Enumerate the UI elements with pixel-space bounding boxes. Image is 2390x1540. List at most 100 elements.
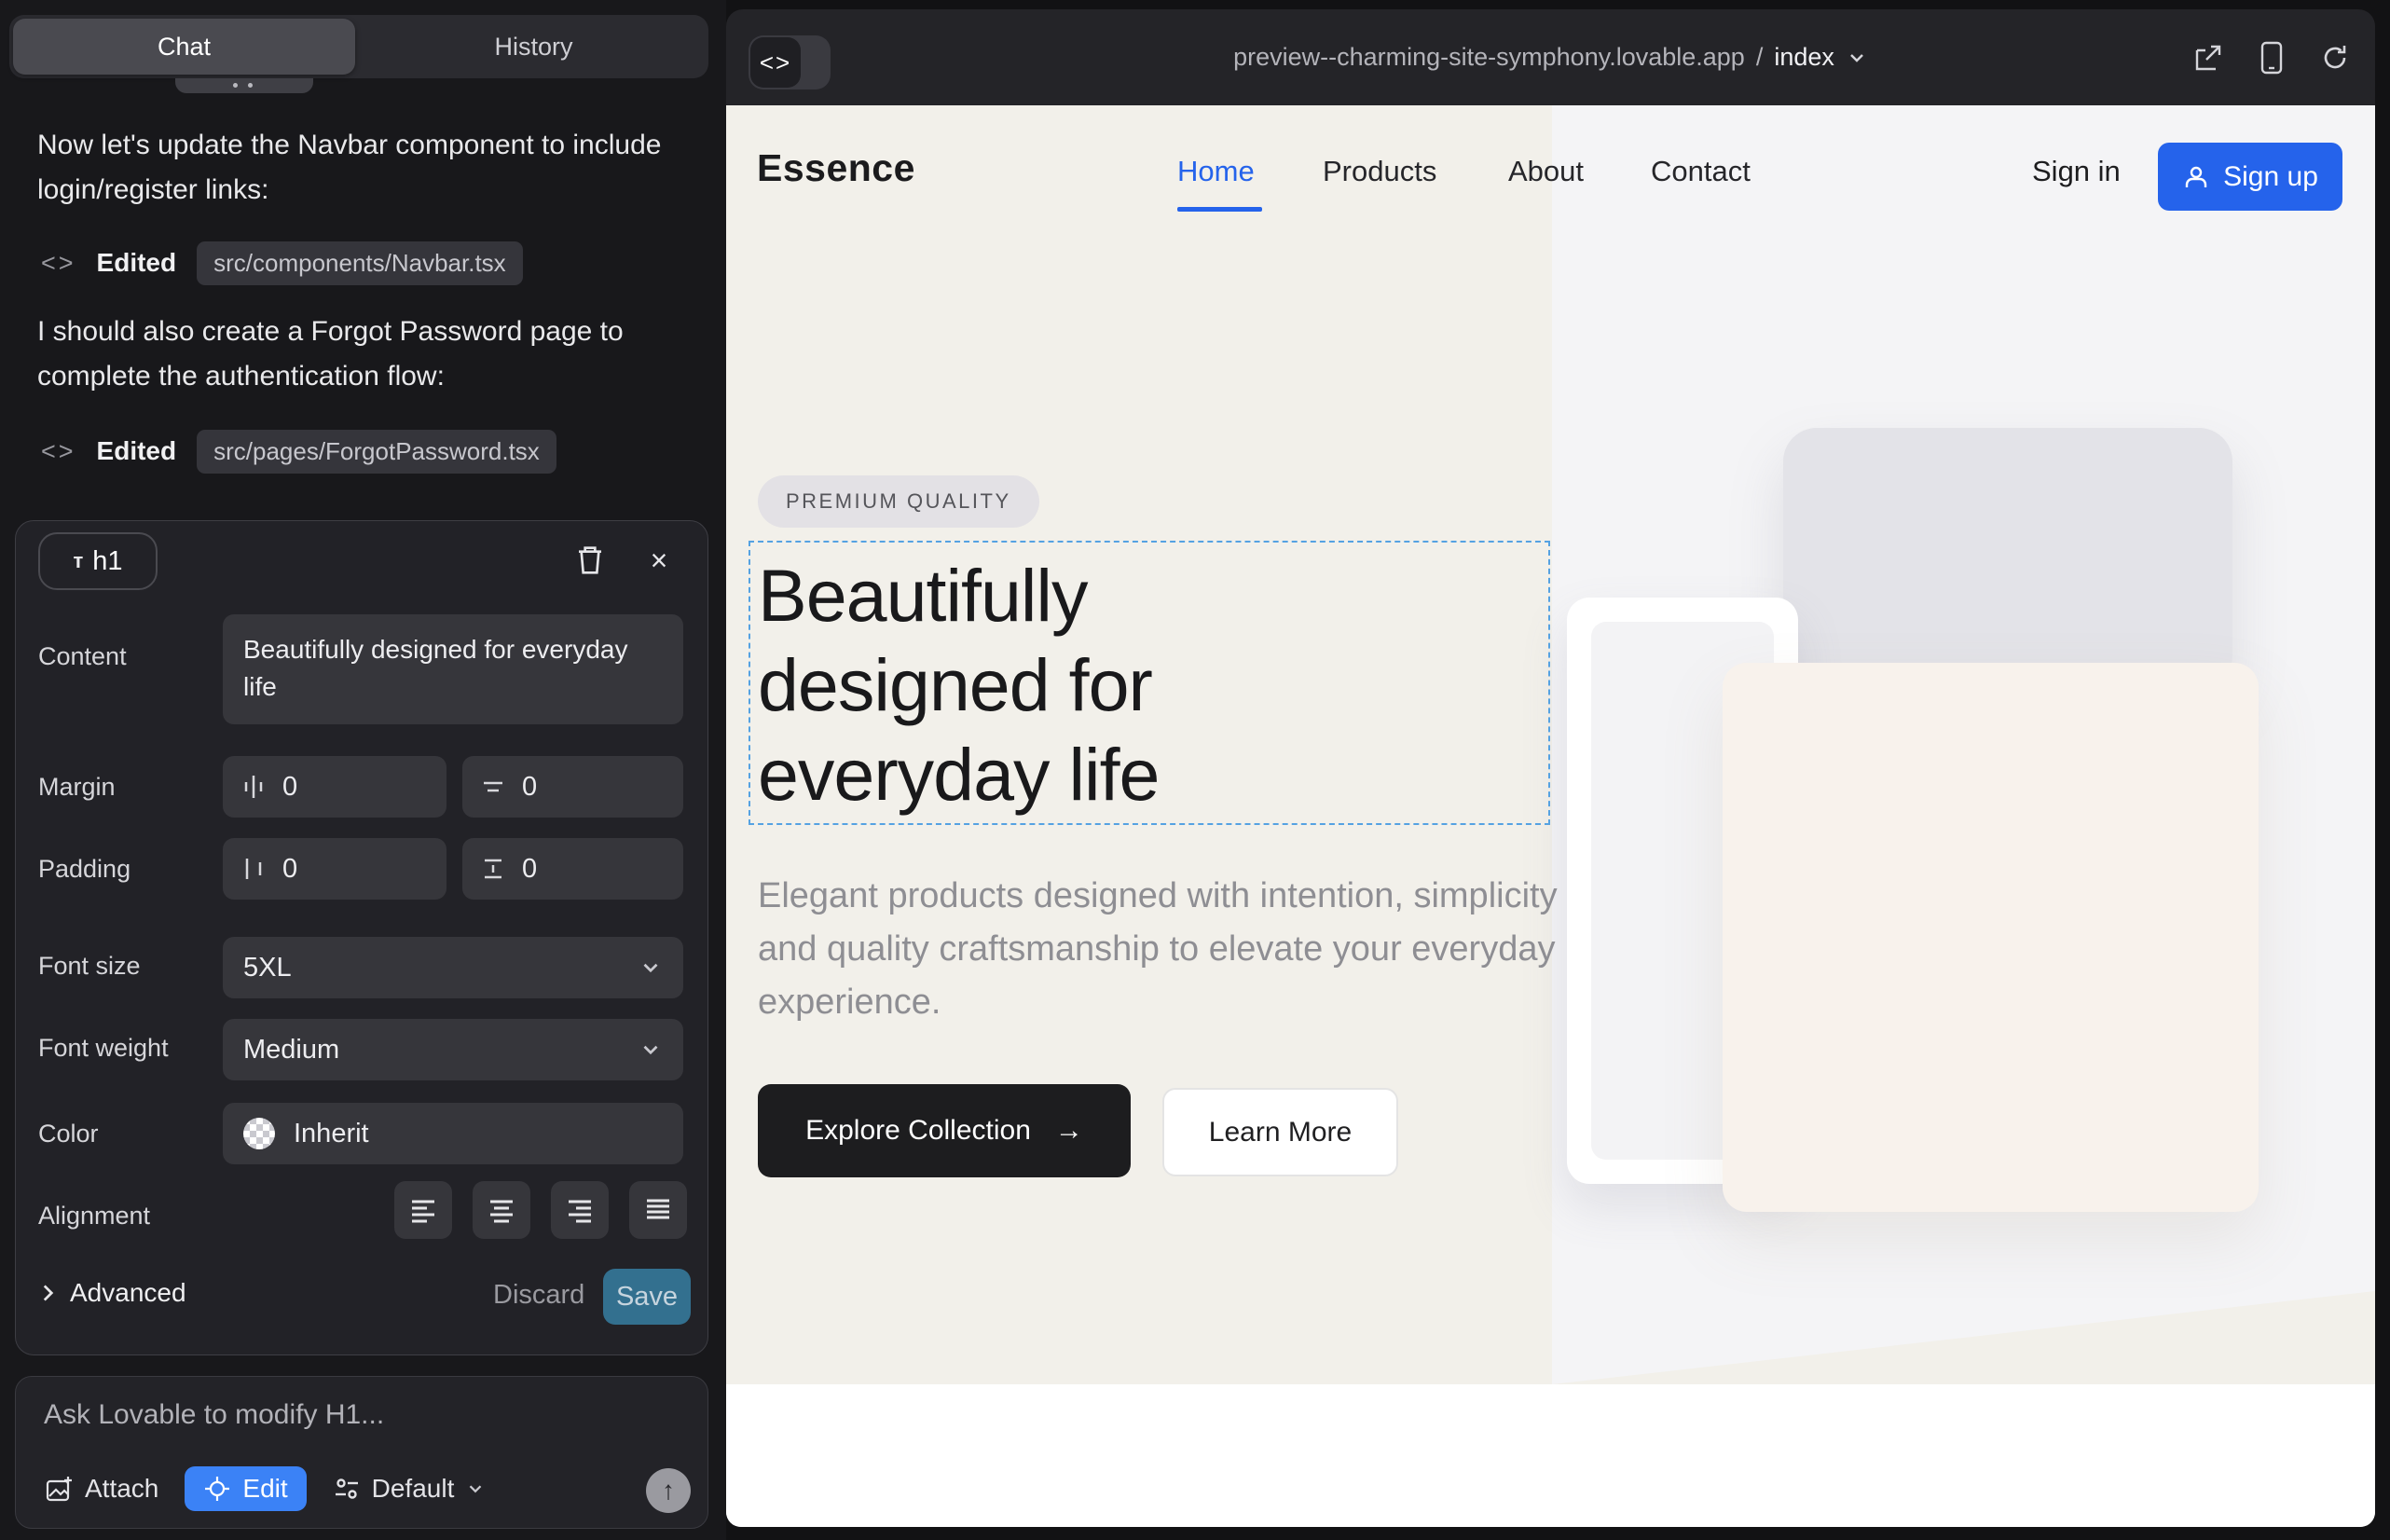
edited-file-row: <> Edited src/pages/ForgotPassword.tsx xyxy=(41,431,556,472)
chevron-down-icon xyxy=(639,956,663,980)
margin-vertical-icon xyxy=(479,773,507,801)
open-in-new-tab-icon[interactable] xyxy=(2192,42,2224,74)
target-icon xyxy=(203,1475,231,1503)
preview-browser-frame: preview--charming-site-symphony.lovable.… xyxy=(726,9,2375,1527)
chevron-down-icon xyxy=(639,1038,663,1062)
alignment-button-group xyxy=(394,1181,687,1239)
next-section-background xyxy=(726,1384,2375,1527)
dot xyxy=(248,83,253,88)
align-right-icon xyxy=(564,1194,596,1226)
sliders-icon xyxy=(333,1475,361,1503)
refresh-icon[interactable] xyxy=(2319,42,2351,74)
margin-horizontal-icon xyxy=(240,773,268,801)
align-right-button[interactable] xyxy=(551,1181,609,1239)
font-size-select[interactable]: 5XL xyxy=(223,937,683,998)
nav-link-home[interactable]: Home xyxy=(1177,155,1255,188)
align-left-icon xyxy=(407,1194,439,1226)
arrow-right-icon: → xyxy=(1055,1115,1083,1147)
font-weight-label: Font weight xyxy=(38,1034,169,1063)
font-weight-select[interactable]: Medium xyxy=(223,1019,683,1080)
chat-toolbar: Attach Edit Default xyxy=(44,1466,486,1511)
chevron-down-icon[interactable] xyxy=(1846,47,1868,69)
padding-y-input[interactable]: 0 xyxy=(462,838,683,900)
advanced-toggle[interactable]: Advanced xyxy=(38,1278,186,1308)
align-justify-icon xyxy=(642,1194,674,1226)
site-preview: Essence Home Products About Contact Sign… xyxy=(726,105,2375,1527)
margin-y-input[interactable]: 0 xyxy=(462,756,683,818)
sign-in-link[interactable]: Sign in xyxy=(2032,155,2121,188)
url-separator: / xyxy=(1756,43,1764,72)
url-bar[interactable]: preview--charming-site-symphony.lovable.… xyxy=(726,9,2375,105)
content-input[interactable]: Beautifully designed for everyday life xyxy=(223,614,683,724)
discard-button[interactable]: Discard xyxy=(493,1280,584,1311)
code-preview-toggle[interactable]: <> xyxy=(749,35,831,89)
edited-file-row: <> Edited src/components/Navbar.tsx xyxy=(41,242,523,283)
lovable-app-window: Chat History Now let's update the Navbar… xyxy=(0,0,2390,1540)
decor-cream-card xyxy=(1723,663,2259,1212)
panel-footer: Advanced Discard Save xyxy=(16,1267,709,1328)
tab-history[interactable]: History xyxy=(363,19,705,75)
element-editor-panel: т h1 × Content Beautifully designed for … xyxy=(15,520,708,1355)
code-icon: <> xyxy=(41,437,76,466)
mobile-view-icon[interactable] xyxy=(2258,40,2286,76)
nav-link-products[interactable]: Products xyxy=(1323,155,1436,188)
code-icon: <> xyxy=(750,37,801,88)
font-size-label: Font size xyxy=(38,952,141,981)
selected-element-pill: т h1 xyxy=(38,532,158,590)
attach-button[interactable]: Attach xyxy=(44,1474,158,1504)
diagonal-section-divider xyxy=(1552,1291,2375,1384)
margin-x-input[interactable]: 0 xyxy=(223,756,446,818)
chat-message: Now let's update the Navbar component to… xyxy=(37,123,690,213)
color-select[interactable]: Inherit xyxy=(223,1103,683,1164)
trash-icon xyxy=(575,543,605,577)
edit-mode-button[interactable]: Edit xyxy=(185,1466,306,1511)
sign-up-button[interactable]: Sign up xyxy=(2158,143,2342,211)
url-page: index xyxy=(1774,43,1834,72)
color-label: Color xyxy=(38,1120,99,1148)
attach-image-icon xyxy=(44,1474,74,1504)
chat-input-box: Ask Lovable to modify H1... Attach Edit xyxy=(15,1376,708,1529)
text-size-icon: т xyxy=(73,549,83,573)
content-label: Content xyxy=(38,642,127,671)
chevron-down-icon xyxy=(465,1478,486,1499)
padding-vertical-icon xyxy=(479,855,507,883)
nav-link-about[interactable]: About xyxy=(1508,155,1584,188)
alignment-label: Alignment xyxy=(38,1202,150,1231)
align-center-button[interactable] xyxy=(473,1181,530,1239)
file-path-chip[interactable]: src/pages/ForgotPassword.tsx xyxy=(197,430,556,474)
dot xyxy=(233,83,238,88)
align-justify-button[interactable] xyxy=(629,1181,687,1239)
delete-element-button[interactable] xyxy=(571,542,609,579)
chat-sidebar: Chat History Now let's update the Navbar… xyxy=(0,0,726,1540)
chat-message: I should also create a Forgot Password p… xyxy=(37,309,690,399)
send-button[interactable]: ↑ xyxy=(646,1468,691,1513)
site-logo[interactable]: Essence xyxy=(757,146,915,190)
element-tag-label: h1 xyxy=(92,546,122,577)
hero-heading[interactable]: Beautifully designed for everyday life xyxy=(758,551,1160,819)
close-panel-button[interactable]: × xyxy=(640,542,678,579)
chevron-right-icon xyxy=(38,1281,57,1305)
preview-toolbar: preview--charming-site-symphony.lovable.… xyxy=(726,9,2375,105)
sidebar-tabbar: Chat History xyxy=(9,15,708,78)
preview-actions xyxy=(2192,9,2351,105)
explore-collection-button[interactable]: Explore Collection → xyxy=(758,1084,1131,1177)
align-left-button[interactable] xyxy=(394,1181,452,1239)
file-path-chip[interactable]: src/components/Navbar.tsx xyxy=(197,241,523,285)
decor-gray-card xyxy=(1783,428,2232,689)
padding-x-input[interactable]: 0 xyxy=(223,838,446,900)
scrolled-chip-fragment xyxy=(175,78,313,93)
edited-label: Edited xyxy=(97,436,177,466)
learn-more-button[interactable]: Learn More xyxy=(1162,1088,1398,1176)
nav-link-contact[interactable]: Contact xyxy=(1651,155,1751,188)
tab-chat[interactable]: Chat xyxy=(13,19,355,75)
default-mode-dropdown[interactable]: Default xyxy=(333,1474,487,1504)
premium-quality-badge: PREMIUM QUALITY xyxy=(758,475,1039,528)
padding-horizontal-icon xyxy=(240,855,268,883)
transparent-color-swatch xyxy=(243,1118,275,1149)
save-button[interactable]: Save xyxy=(603,1269,691,1325)
chat-input[interactable]: Ask Lovable to modify H1... xyxy=(44,1399,384,1431)
hero-paragraph: Elegant products designed with intention… xyxy=(758,870,1597,1029)
edited-label: Edited xyxy=(97,248,177,278)
code-icon: <> xyxy=(41,249,76,278)
padding-label: Padding xyxy=(38,855,130,884)
